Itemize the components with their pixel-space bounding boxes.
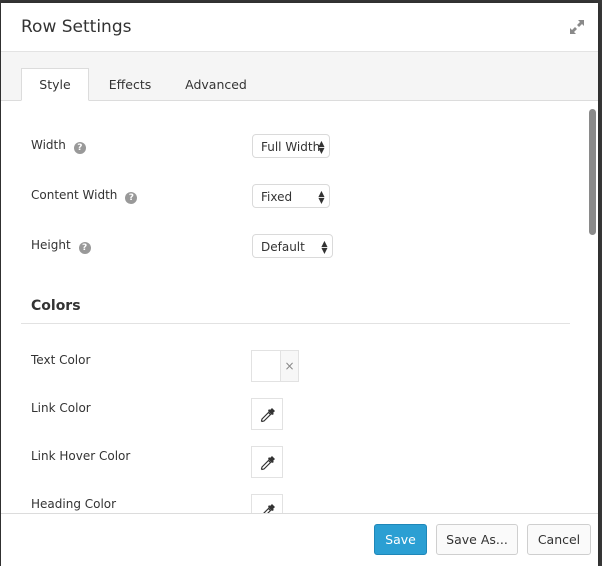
settings-content: Width? Full Width ▲ ▼ Content Width? Fixe… [1,101,598,514]
tab-effects[interactable]: Effects [99,69,161,100]
help-icon[interactable]: ? [125,192,138,204]
save-as-button[interactable]: Save As... [436,524,518,555]
eyedropper-icon [260,408,275,423]
content-width-select-value: Fixed [261,190,293,204]
cancel-button[interactable]: Cancel [527,524,591,555]
text-color-swatch[interactable]: × [251,350,299,382]
select-arrows-icon: ▲ ▼ [321,239,328,255]
dialog-footer: Save Save As... Cancel [1,513,598,566]
width-select[interactable]: Full Width ▲ ▼ [252,134,330,158]
section-divider [21,323,570,324]
height-select[interactable]: Default ▲ ▼ [252,234,333,258]
height-select-value: Default [261,240,305,254]
eyedropper-icon [260,456,275,471]
help-icon[interactable]: ? [73,142,86,154]
content-width-label-text: Content Width [31,188,118,202]
width-label: Width? [31,138,86,154]
select-arrows-icon: ▲ ▼ [318,189,325,205]
heading-color-label: Heading Color [31,497,117,511]
content-scrollbar[interactable] [589,109,596,235]
link-color-label: Link Color [31,401,91,415]
tab-style[interactable]: Style [21,68,89,101]
height-label-text: Height [31,238,71,252]
expand-arrows-icon[interactable] [568,18,586,36]
width-label-text: Width [31,138,66,152]
dialog-title: Row Settings [21,17,132,37]
width-select-value: Full Width [261,140,321,154]
select-arrows-icon: ▲ ▼ [318,139,325,155]
tab-bar: Style Effects Advanced [1,52,598,101]
row-settings-dialog: Row Settings Style Effects Advanced Widt… [1,3,598,566]
height-label: Height? [31,238,91,254]
link-color-picker[interactable] [251,398,283,430]
link-hover-color-label: Link Hover Color [31,449,131,463]
save-button[interactable]: Save [374,524,427,555]
text-color-label: Text Color [31,353,91,367]
colors-section-title: Colors [31,298,81,314]
heading-color-picker[interactable] [251,494,283,514]
content-width-label: Content Width? [31,188,138,204]
tab-advanced[interactable]: Advanced [179,69,253,100]
dialog-header: Row Settings [1,3,598,52]
content-width-select[interactable]: Fixed ▲ ▼ [252,184,330,208]
help-icon[interactable]: ? [78,242,91,254]
clear-color-icon[interactable]: × [280,351,298,381]
link-hover-color-picker[interactable] [251,446,283,478]
